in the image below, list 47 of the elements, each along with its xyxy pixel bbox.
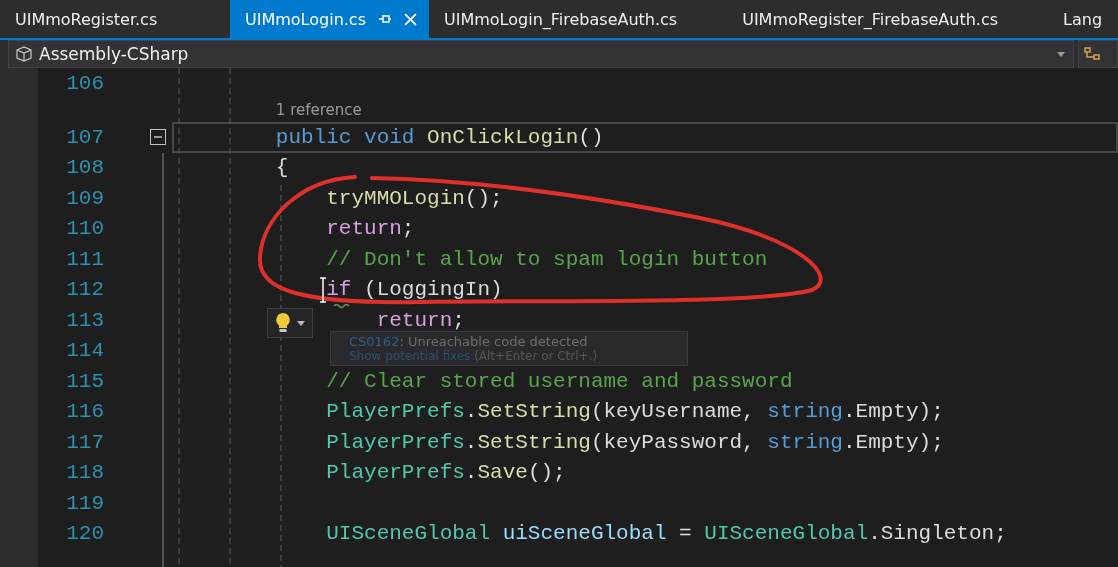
hierarchy-icon [1083, 45, 1101, 63]
code-line: return; [376, 308, 465, 332]
collapse-icon[interactable] [150, 129, 166, 146]
code-line: public void OnClickLogin() [275, 125, 604, 149]
line-number: 120 [66, 522, 104, 546]
code-line: { [275, 156, 289, 180]
diagnostic-message: CS0162: Unreachable code detected [349, 334, 589, 349]
code-line: PlayerPrefs.SetString(keyUsername, string.Empty); [326, 400, 944, 424]
line-number: 117 [66, 430, 104, 454]
project-icon [15, 45, 33, 63]
quick-actions-button[interactable] [267, 308, 313, 338]
line-number: 119 [66, 491, 104, 515]
lightbulb-icon [275, 312, 291, 334]
code-line: UISceneGlobal uiSceneGlobal = UISceneGlobal.Singleton; [326, 522, 1007, 546]
text-cursor-icon [319, 277, 327, 303]
editor-tab[interactable]: UIMmoRegister_FirebaseAuth.cs [727, 0, 1049, 38]
code-line: tryMMOLogin(); [326, 186, 503, 210]
editor-tab[interactable]: UIMmoRegister.cs [0, 0, 230, 38]
line-number: 114 [66, 339, 104, 363]
line-number: 112 [66, 278, 104, 302]
pin-icon[interactable] [378, 13, 392, 25]
line-number: 110 [66, 217, 104, 241]
close-icon[interactable] [404, 12, 417, 26]
line-number: 109 [66, 186, 104, 210]
editor-tab[interactable]: UIMmoLogin.cs [230, 0, 429, 38]
editor-tab[interactable]: Lang [1048, 0, 1118, 38]
editor-tab[interactable]: UIMmoLogin_FirebaseAuth.cs [429, 0, 728, 38]
reference-count-link[interactable]: 1 reference [275, 101, 362, 120]
code-line: if (LoggingIn) [326, 278, 503, 302]
line-number: 115 [66, 369, 104, 393]
code-line: return; [326, 217, 415, 241]
line-number: 106 [66, 71, 104, 95]
project-dropdown[interactable]: Assembly-CSharp [8, 40, 1074, 68]
caret-icon [297, 320, 305, 326]
line-number: 107 [66, 125, 104, 149]
code-line: // Don't allow to spam login button [326, 247, 768, 271]
line-number: 113 [66, 308, 104, 332]
code-line: // Clear stored username and password [326, 369, 793, 393]
member-dropdown[interactable] [1078, 40, 1118, 68]
caret-icon [1057, 51, 1065, 57]
line-number: 118 [66, 461, 104, 485]
line-number: 116 [66, 400, 104, 424]
warning-squiggle [333, 303, 350, 309]
line-number: 111 [66, 247, 104, 271]
line-number: 108 [66, 156, 104, 180]
code-line: PlayerPrefs.Save(); [326, 461, 566, 485]
code-line: PlayerPrefs.SetString(keyPassword, string.Empty); [326, 430, 944, 454]
